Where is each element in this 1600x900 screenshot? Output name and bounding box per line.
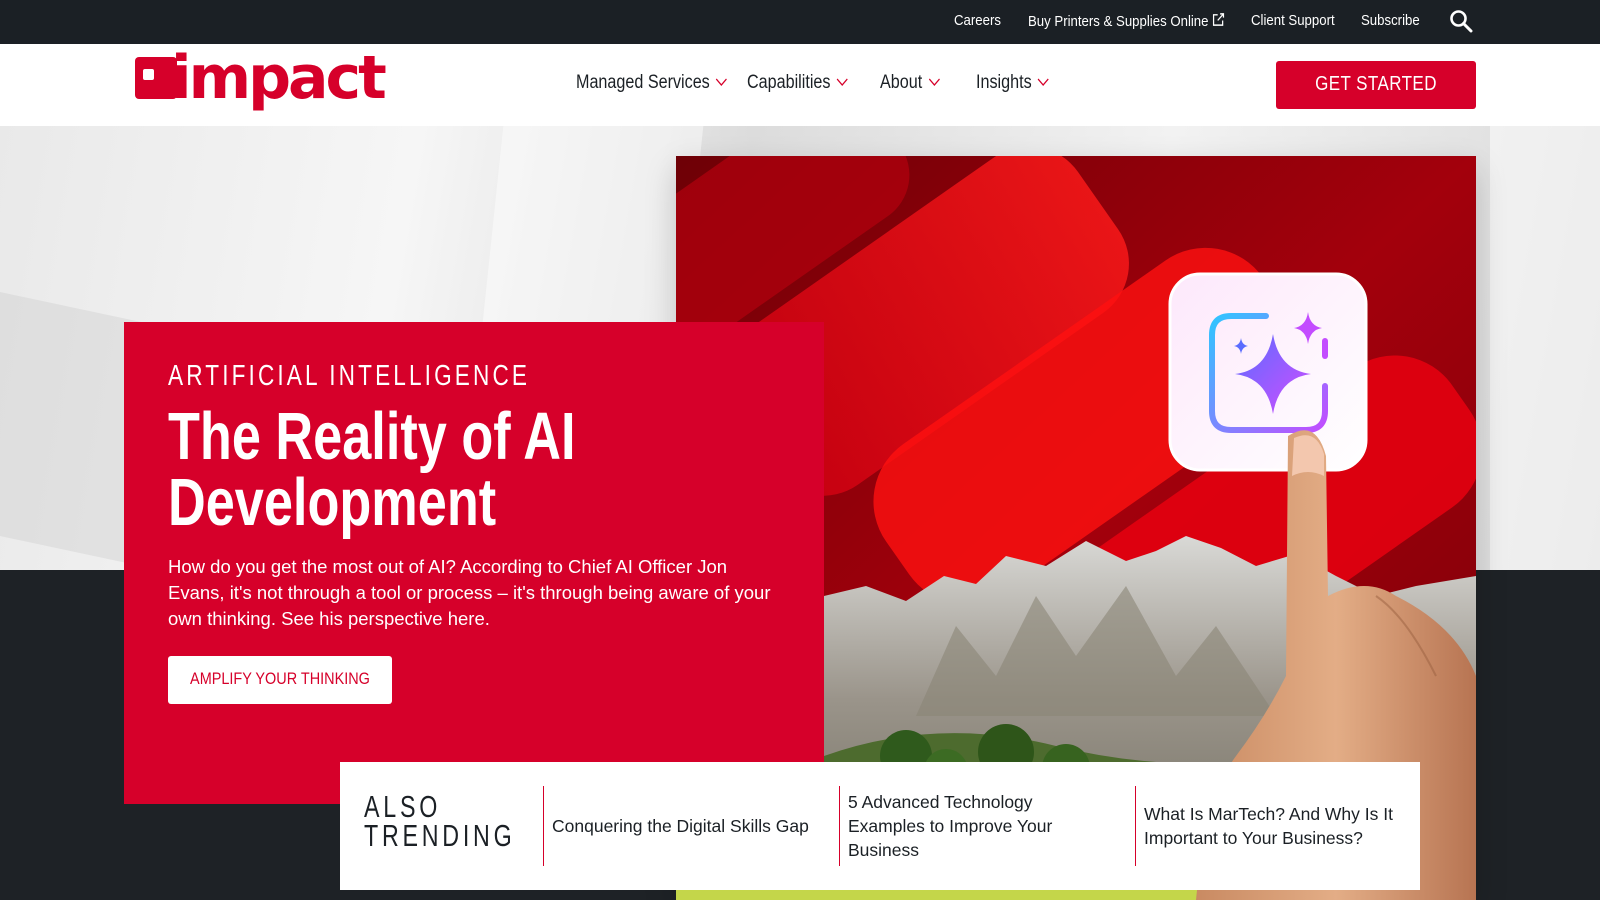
utility-link-careers[interactable]: Careers: [954, 12, 1001, 29]
background-wall-shape: [1490, 126, 1600, 570]
get-started-button[interactable]: GET STARTED: [1276, 61, 1476, 109]
hero-title-line2: Development: [168, 465, 497, 540]
nav-insights[interactable]: Insights: [976, 72, 1050, 94]
trending-label-line1: ALSO: [364, 789, 442, 824]
trending-item-title: 5 Advanced Technology Examples to Improv…: [848, 792, 1053, 860]
nav-label: Insights: [976, 72, 1032, 93]
hero-eyebrow: ARTIFICIAL INTELLIGENCE: [168, 360, 531, 392]
hero-description: How do you get the most out of AI? Accor…: [168, 556, 771, 629]
also-trending-label: ALSO TRENDING: [364, 789, 516, 853]
hero-card: ARTIFICIAL INTELLIGENCE The Reality of A…: [124, 322, 824, 804]
trending-label-line2: TRENDING: [364, 818, 516, 853]
utility-link-subscribe[interactable]: Subscribe: [1361, 12, 1420, 29]
nav-label: Capabilities: [747, 72, 831, 93]
search-icon[interactable]: [1449, 9, 1473, 33]
chevron-down-icon: [716, 78, 728, 86]
external-link-icon: [1213, 13, 1225, 26]
get-started-label: GET STARTED: [1315, 73, 1437, 95]
nav-about[interactable]: About: [880, 72, 940, 94]
trending-item[interactable]: Conquering the Digital Skills Gap: [543, 786, 813, 866]
nav-label: Managed Services: [576, 72, 710, 93]
nav-capabilities[interactable]: Capabilities: [747, 72, 848, 94]
trending-item[interactable]: 5 Advanced Technology Examples to Improv…: [839, 786, 1109, 866]
utility-bar: Careers Buy Printers & Supplies Online C…: [0, 0, 1600, 44]
hero-title: The Reality of AI Development: [168, 399, 576, 540]
utility-link-buy-printers-label: Buy Printers & Supplies Online: [1028, 13, 1209, 30]
chevron-down-icon: [836, 78, 848, 86]
logo-wordmark: impact: [171, 43, 387, 113]
hero-title-line1: The Reality of AI: [168, 399, 576, 474]
amplify-your-thinking-button[interactable]: AMPLIFY YOUR THINKING: [168, 656, 392, 704]
main-header: impact Managed Services Capabilities Abo…: [0, 43, 1600, 126]
chevron-down-icon: [1038, 78, 1050, 86]
chevron-down-icon: [928, 78, 940, 86]
utility-link-buy-printers[interactable]: Buy Printers & Supplies Online: [1028, 12, 1225, 30]
utility-link-client-support[interactable]: Client Support: [1251, 12, 1335, 29]
also-trending-bar: ALSO TRENDING Conquering the Digital Ski…: [340, 762, 1420, 890]
trending-item-title: What Is MarTech? And Why Is It Important…: [1144, 804, 1393, 848]
trending-item-title: Conquering the Digital Skills Gap: [552, 816, 809, 836]
impact-logo[interactable]: impact: [135, 43, 387, 116]
nav-label: About: [880, 72, 923, 93]
nav-managed-services[interactable]: Managed Services: [576, 72, 728, 94]
trending-item[interactable]: What Is MarTech? And Why Is It Important…: [1135, 786, 1405, 866]
amplify-button-label: AMPLIFY YOUR THINKING: [190, 669, 370, 688]
